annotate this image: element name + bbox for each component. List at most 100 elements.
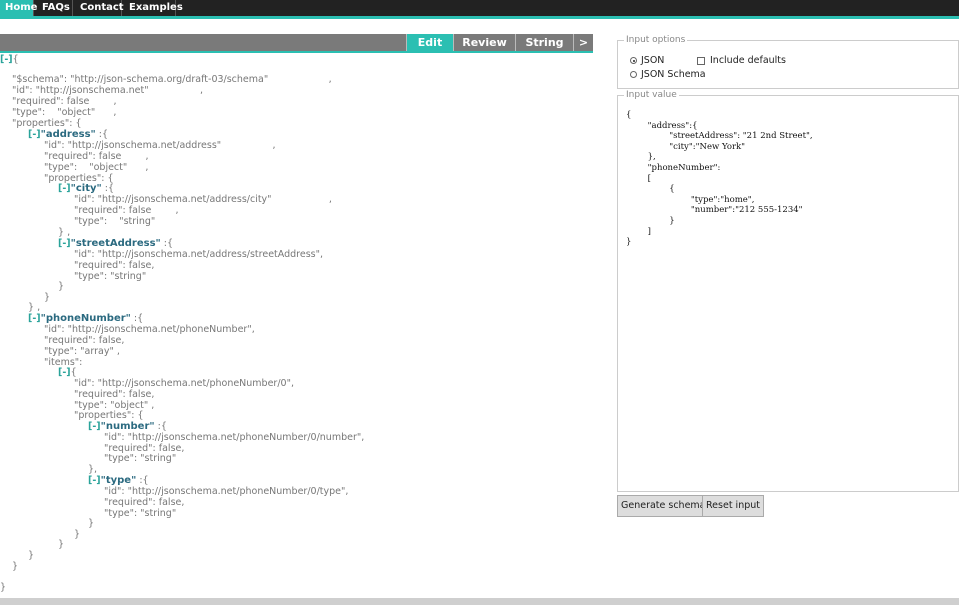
tree-line: "type": "object" ,: [44, 163, 148, 173]
tree-line: } ,: [28, 303, 40, 313]
tree-line: "type": "string": [74, 217, 155, 227]
nav-examples[interactable]: Examples: [124, 0, 183, 16]
include-defaults-label: Include defaults: [710, 55, 786, 66]
json-schema-radio-option[interactable]: JSON Schema: [630, 69, 706, 81]
tree-node: [-]"streetAddress" :{: [58, 239, 173, 249]
tree-line-text: },: [88, 464, 98, 475]
tree-line: "type": "string": [74, 272, 146, 282]
collapse-toggle[interactable]: [-]: [58, 238, 71, 249]
tree-line: "required": false ,: [12, 97, 117, 107]
input-value-line: "phoneNumber":: [626, 163, 721, 173]
tree-line: }: [44, 293, 50, 303]
tree-line: "properties": {: [74, 411, 143, 421]
tree-node: [-]"type" :{: [88, 476, 149, 486]
input-value-line: "city":"New York": [626, 141, 746, 152]
tree-line-text: :{: [130, 313, 144, 324]
tree-node-key: "type": [100, 475, 137, 486]
json-radio[interactable]: [630, 57, 637, 64]
tree-line-text: }: [88, 518, 95, 529]
tree-node-key: "address": [40, 129, 96, 140]
tree-line-text: } ,: [58, 227, 71, 238]
tree-line-text: "id": "http://jsonschema.net/phoneNumber…: [104, 486, 349, 497]
tree-line-text: }: [12, 561, 19, 572]
input-value-line: [: [626, 173, 651, 184]
tree-line-text: "id": "http://jsonschema.net/phoneNumber…: [104, 432, 365, 443]
tree-line: "properties": {: [12, 119, 81, 129]
input-value-line: "type":"home",: [626, 194, 755, 205]
tree-line: "id": "http://jsonschema.net/phoneNumber…: [74, 379, 294, 389]
tree-line: "id": "http://jsonschema.net/phoneNumber…: [44, 325, 255, 335]
tree-line: }: [0, 583, 6, 593]
input-value-line: }: [626, 237, 632, 248]
include-defaults-checkbox[interactable]: [697, 56, 705, 65]
tree-line: "required": false,: [104, 498, 184, 508]
json-radio-label: JSON: [641, 55, 665, 66]
tree-line-text: "id": "http://jsonschema.net/address/cit…: [74, 194, 332, 205]
tree-line: }: [58, 540, 64, 550]
tree-line: },: [88, 465, 97, 475]
tree-line: "id": "http://jsonschema.net/phoneNumber…: [104, 487, 348, 497]
tree-line-text: "properties": {: [12, 118, 82, 129]
include-defaults-option[interactable]: Include defaults: [697, 55, 786, 67]
nav-contact[interactable]: Contact: [75, 0, 124, 16]
tree-line-text: "id": "http://jsonschema.net" ,: [12, 85, 203, 96]
json-radio-option[interactable]: JSON: [630, 55, 664, 67]
footer-bar: [0, 598, 959, 605]
tab-next-arrow[interactable]: >: [573, 34, 593, 51]
generate-schema-button[interactable]: Generate schema: [617, 495, 710, 517]
collapse-toggle[interactable]: [-]: [58, 183, 71, 194]
collapse-toggle[interactable]: [-]: [28, 313, 41, 324]
reset-input-button[interactable]: Reset input: [702, 495, 764, 517]
tree-line-text: }: [0, 582, 7, 593]
collapse-toggle[interactable]: [-]: [58, 367, 71, 378]
tree-node-key: "phoneNumber": [40, 313, 131, 324]
tree-node: [-]"city" :{: [58, 184, 114, 194]
tree-line: "id": "http://jsonschema.net/phoneNumber…: [104, 433, 364, 443]
tree-line-text: :{: [154, 421, 167, 432]
input-value-legend: Input value: [626, 90, 677, 100]
schema-tree: [-]{"$schema": "http://json-schema.org/d…: [0, 53, 600, 593]
tree-line: "required": false,: [74, 261, 154, 271]
input-value-line: "address":{: [626, 120, 698, 131]
collapse-toggle[interactable]: [-]: [88, 421, 101, 432]
tree-line-text: {: [12, 54, 19, 65]
tree-line: }: [12, 562, 18, 572]
tree-line-text: "type": "string": [104, 508, 177, 519]
collapse-toggle[interactable]: [-]: [28, 129, 41, 140]
tree-line-text: } ,: [28, 302, 41, 313]
collapse-toggle[interactable]: [-]: [88, 475, 101, 486]
nav-home[interactable]: Home: [0, 0, 37, 16]
tree-line: "type": "object" ,: [12, 108, 116, 118]
tree-line: "required": false ,: [74, 206, 179, 216]
tree-line-text: "type": "string": [74, 216, 156, 227]
tab-edit[interactable]: Edit: [406, 34, 453, 51]
tree-line: }: [58, 282, 64, 292]
tree-line: "required": false,: [44, 336, 124, 346]
tree-line: "id": "http://jsonschema.net/address/cit…: [74, 195, 332, 205]
tree-line: "id": "http://jsonschema.net/address/str…: [74, 250, 323, 260]
input-value-line: "number":"212 555-1234": [626, 205, 803, 216]
tree-line-text: :{: [101, 183, 114, 194]
collapse-toggle[interactable]: [-]: [0, 54, 13, 65]
input-value-line: {: [626, 110, 632, 120]
input-options-legend: Input options: [626, 35, 686, 45]
tab-string[interactable]: String: [515, 34, 573, 51]
tab-review[interactable]: Review: [453, 34, 515, 51]
tree-line: "$schema": "http://json-schema.org/draft…: [12, 75, 332, 85]
tree-line-text: "required": false,: [74, 260, 155, 271]
tree-line-text: {: [70, 367, 77, 378]
tree-line: }: [28, 551, 34, 561]
tree-line: "type": "string": [104, 509, 176, 519]
tree-line-text: "id": "http://jsonschema.net/address" ,: [44, 140, 276, 151]
tree-line: "required": false ,: [44, 152, 149, 162]
tree-line-text: "type": "string": [74, 271, 147, 282]
tree-line-text: "type": "object" ,: [44, 162, 149, 173]
tree-line-text: "properties": {: [74, 410, 144, 421]
tree-line-text: "required": false ,: [74, 205, 179, 216]
json-schema-radio[interactable]: [630, 71, 637, 78]
nav-faqs[interactable]: FAQs: [37, 0, 73, 16]
tree-line-text: }: [28, 550, 35, 561]
tree-line-text: }: [58, 539, 65, 550]
tree-line-text: "required": false ,: [12, 96, 117, 107]
tree-line: [-]{: [58, 368, 77, 378]
